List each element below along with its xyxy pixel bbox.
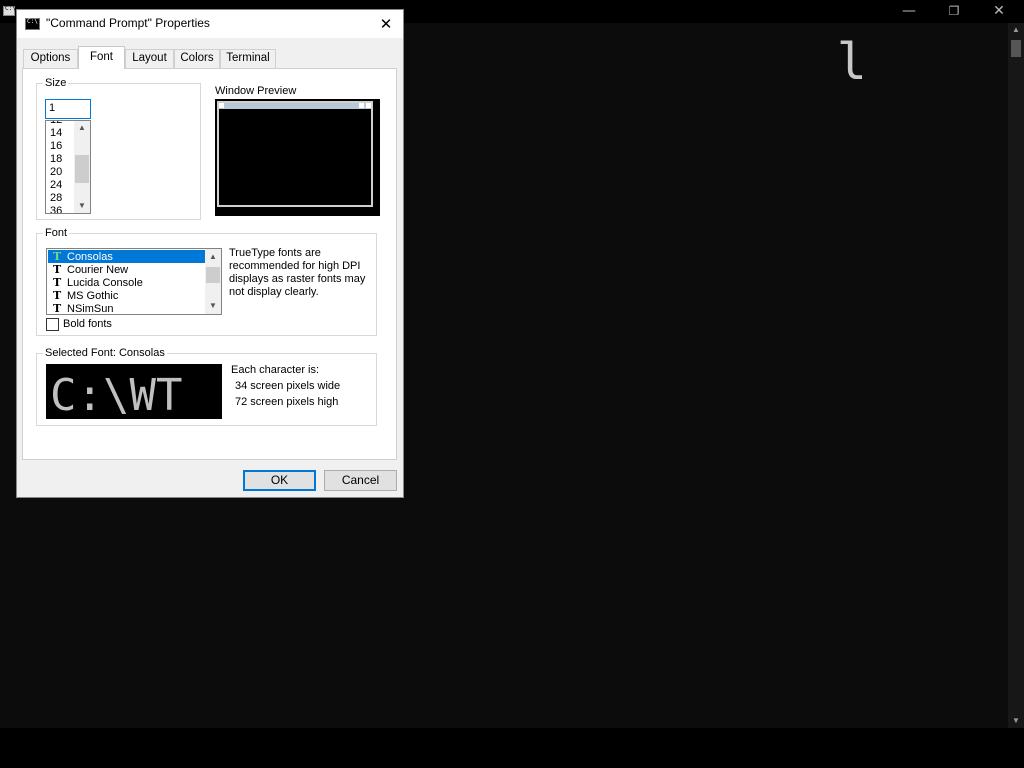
chevron-up-icon[interactable]: ▲ [74, 121, 90, 135]
console-scrollbar[interactable]: ▲ ▼ [1008, 23, 1024, 728]
scroll-down-arrow-icon[interactable]: ▼ [1008, 714, 1024, 728]
chevron-up-icon[interactable]: ▲ [205, 250, 221, 264]
window-preview-label: Window Preview [215, 85, 297, 97]
bold-fonts-label[interactable]: Bold fonts [63, 318, 112, 330]
bold-fonts-checkbox[interactable] [46, 318, 59, 331]
char-info-title: Each character is: [231, 364, 320, 376]
chevron-down-icon[interactable]: ▼ [74, 199, 90, 213]
font-item-consolas[interactable]: T Consolas [48, 250, 205, 263]
truetype-icon: T [53, 289, 62, 302]
list-item[interactable]: 36 [50, 205, 62, 213]
font-group: Font T Consolas T Courier New T Lucida Cons… [36, 227, 377, 336]
list-item[interactable]: 18 [50, 153, 62, 165]
list-item[interactable]: 28 [50, 192, 62, 204]
size-list[interactable]: 12 14 16 18 20 24 28 36 ▲ ▼ [45, 120, 91, 214]
cancel-button[interactable]: Cancel [324, 470, 397, 491]
scrollbar-thumb[interactable] [1011, 40, 1021, 57]
font-item-ms-gothic[interactable]: T MS Gothic [48, 289, 205, 302]
font-sample-preview: C:\WT [46, 364, 222, 419]
truetype-icon: T [53, 263, 62, 276]
selected-font-group: Selected Font: Consolas C:\WT Each chara… [36, 347, 377, 426]
selected-font-label: Selected Font: Consolas [43, 347, 167, 359]
scrollbar-thumb[interactable] [206, 267, 220, 283]
properties-dialog: "Command Prompt" Properties ✕ Options Fo… [16, 9, 404, 498]
dialog-titlebar: "Command Prompt" Properties ✕ [17, 10, 403, 38]
dialog-close-icon[interactable]: ✕ [375, 13, 397, 35]
restore-button[interactable]: ❐ [931, 0, 977, 23]
scroll-up-arrow-icon[interactable]: ▲ [1008, 23, 1024, 37]
size-group: Size 1 12 14 16 18 20 24 28 36 ▲ ▼ [36, 77, 201, 220]
tab-font[interactable]: Font [78, 46, 125, 69]
preview-icon [219, 103, 224, 108]
preview-control-icon [359, 103, 364, 108]
font-group-label: Font [43, 227, 70, 239]
font-sample-text: C:\WT [50, 370, 183, 419]
tab-colors[interactable]: Colors [174, 49, 220, 68]
minimize-button[interactable]: — [886, 0, 932, 23]
tab-terminal[interactable]: Terminal [220, 49, 276, 68]
font-item-label: Lucida Console [67, 277, 143, 289]
list-item[interactable]: 20 [50, 166, 62, 178]
truetype-icon: T [53, 276, 62, 289]
command-prompt-icon [25, 18, 40, 30]
list-item[interactable]: 16 [50, 140, 62, 152]
window-preview [215, 99, 380, 216]
font-item-lucida-console[interactable]: T Lucida Console [48, 276, 205, 289]
dialog-title: "Command Prompt" Properties [46, 16, 210, 30]
scrollbar-thumb[interactable] [75, 155, 89, 183]
truetype-note: TrueType fonts are recommended for high … [229, 247, 366, 298]
console-app-icon [3, 5, 16, 16]
font-list-scrollbar[interactable]: ▲ ▼ [205, 249, 221, 314]
tab-options[interactable]: Options [23, 49, 78, 68]
font-item-label: Consolas [67, 251, 113, 263]
bottom-strip [0, 728, 1024, 768]
font-item-label: Courier New [67, 264, 129, 276]
chevron-down-icon[interactable]: ▼ [205, 299, 221, 313]
font-list[interactable]: T Consolas T Courier New T Lucida Console T… [46, 248, 222, 315]
size-input[interactable]: 1 [45, 99, 91, 119]
truetype-icon: T [53, 250, 62, 263]
char-width-text: 34 screen pixels wide [235, 380, 341, 392]
size-group-label: Size [43, 77, 69, 89]
font-item-label: NSimSun [67, 303, 114, 315]
font-item-courier-new[interactable]: T Courier New [48, 263, 205, 276]
char-height-text: 72 screen pixels high [235, 396, 339, 408]
close-console-button[interactable]: ✕ [976, 0, 1022, 23]
font-item-nsimsun[interactable]: T NSimSun [48, 302, 205, 315]
list-item[interactable]: 12 [50, 121, 62, 126]
preview-window [217, 101, 373, 207]
preview-titlebar [219, 103, 371, 109]
tab-layout[interactable]: Layout [125, 49, 174, 68]
list-item[interactable]: 24 [50, 179, 62, 191]
font-item-label: MS Gothic [67, 290, 119, 302]
font-tab-panel: Size 1 12 14 16 18 20 24 28 36 ▲ ▼ Windo… [22, 68, 397, 460]
list-item[interactable]: 14 [50, 127, 62, 139]
ok-button[interactable]: OK [243, 470, 316, 491]
size-list-scrollbar[interactable]: ▲ ▼ [74, 121, 90, 213]
preview-control-icon [366, 103, 371, 108]
truetype-icon: T [53, 302, 62, 315]
